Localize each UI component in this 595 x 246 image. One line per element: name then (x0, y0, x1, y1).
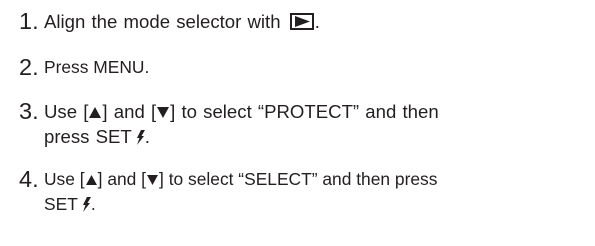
step-text-part: Align the mode selector with (44, 11, 281, 32)
play-mode-icon (289, 13, 314, 30)
step-text-part: Use (44, 101, 78, 122)
step-text-part: . (144, 126, 150, 147)
step-text-part: . (314, 11, 320, 32)
step-text: Press MENU. (44, 57, 150, 77)
step-text-part: and (113, 101, 145, 122)
step-4: 4. Use [] and [] to select “SELECT” and … (19, 164, 585, 219)
step-line: SET. (44, 192, 585, 219)
step-text-part: press SET (44, 126, 132, 147)
step-text: Use [] and [] to select “SELECT” and the… (44, 164, 585, 219)
step-2: 2. Press MENU. (19, 52, 585, 82)
step-number: 4. (19, 166, 39, 192)
flash-icon (82, 194, 91, 219)
step-text: Align the mode selector with . (44, 6, 585, 34)
step-text-part: SET (44, 194, 78, 214)
step-number: 2. (19, 54, 39, 80)
down-arrow-button-icon: [] (141, 169, 164, 189)
step-line: Use [] and [] to select “PROTECT” and th… (44, 99, 585, 124)
down-arrow-button-icon: [] (150, 101, 176, 122)
step-text-part: and (107, 169, 137, 189)
up-arrow-button-icon: [] (83, 101, 108, 122)
step-text-part: to select “PROTECT” and then (181, 101, 439, 122)
step-number: 1. (19, 8, 39, 34)
step-3: 3. Use [] and [] to select “PROTECT” and… (19, 96, 585, 151)
step-text-part: Use (44, 169, 75, 189)
flash-icon (136, 126, 145, 151)
step-text: Use [] and [] to select “PROTECT” and th… (44, 96, 585, 151)
step-text-part: . (90, 194, 96, 214)
step-text-part: to select “SELECT” and then press (168, 169, 438, 189)
step-line: press SET. (44, 124, 585, 151)
step-number: 3. (19, 98, 39, 124)
up-arrow-button-icon: [] (79, 169, 103, 189)
step-line: Use [] and [] to select “SELECT” and the… (44, 167, 585, 192)
step-1: 1. Align the mode selector with . (19, 6, 585, 36)
instruction-steps: 1. Align the mode selector with . 2. Pre… (19, 6, 585, 219)
